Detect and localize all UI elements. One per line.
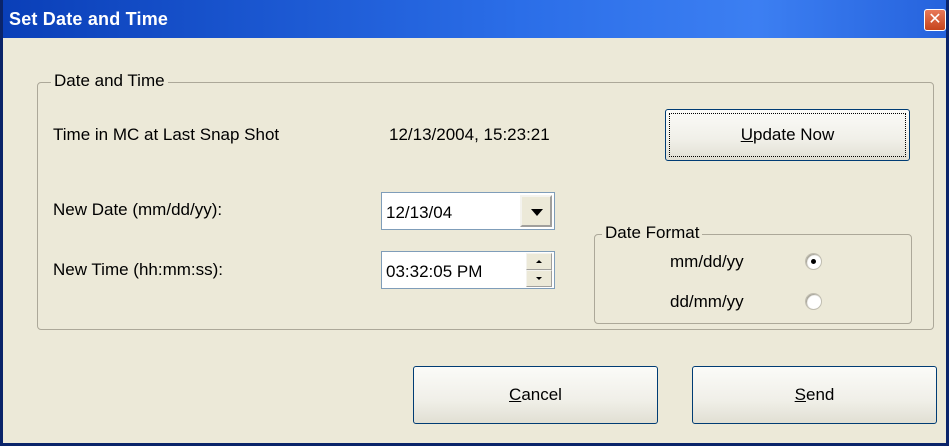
spin-down-icon xyxy=(536,277,542,280)
new-date-label: New Date (mm/dd/yy): xyxy=(53,200,223,219)
radio-label-mmddyy[interactable]: mm/dd/yy xyxy=(670,252,744,272)
cancel-label: ancel xyxy=(521,385,562,404)
send-label: end xyxy=(805,385,835,404)
update-now-button[interactable]: Update Now xyxy=(665,109,910,161)
last-snapshot-value: 12/13/2004, 15:23:21 xyxy=(389,125,550,144)
new-time-spinner[interactable]: 03:32:05 PM xyxy=(381,251,555,289)
spin-up-button[interactable] xyxy=(526,253,552,270)
cancel-button[interactable]: Cancel xyxy=(413,366,658,424)
date-format-legend: Date Format xyxy=(602,223,703,243)
send-mnemonic: S xyxy=(794,385,806,404)
new-date-dropdown-button[interactable] xyxy=(520,195,552,227)
date-and-time-legend: Date and Time xyxy=(51,71,168,91)
new-time-value[interactable]: 03:32:05 PM xyxy=(386,262,482,282)
radio-label-ddmmyy[interactable]: dd/mm/yy xyxy=(670,292,744,312)
window-title: Set Date and Time xyxy=(9,9,169,29)
chevron-down-icon xyxy=(531,209,543,216)
title-bar[interactable]: Set Date and Time ✕ xyxy=(3,0,946,38)
send-button[interactable]: Send xyxy=(692,366,937,424)
set-date-time-dialog: Set Date and Time ✕ Date and Time Time i… xyxy=(0,0,949,446)
radio-ddmmyy[interactable] xyxy=(805,293,822,310)
spin-down-button[interactable] xyxy=(526,270,552,287)
spin-up-icon xyxy=(536,260,542,263)
new-date-value: 12/13/04 xyxy=(386,203,453,222)
new-time-label: New Time (hh:mm:ss): xyxy=(53,260,224,279)
close-icon: ✕ xyxy=(928,11,942,28)
last-snapshot-label: Time in MC at Last Snap Shot xyxy=(53,125,280,144)
date-format-group: Date Format xyxy=(594,223,912,324)
close-button[interactable]: ✕ xyxy=(924,9,946,31)
cancel-mnemonic: C xyxy=(509,385,522,404)
radio-mmddyy[interactable] xyxy=(805,253,822,270)
new-date-combobox[interactable]: 12/13/04 xyxy=(381,192,555,230)
focus-ring xyxy=(669,113,906,157)
radio-selected-dot xyxy=(811,259,816,264)
